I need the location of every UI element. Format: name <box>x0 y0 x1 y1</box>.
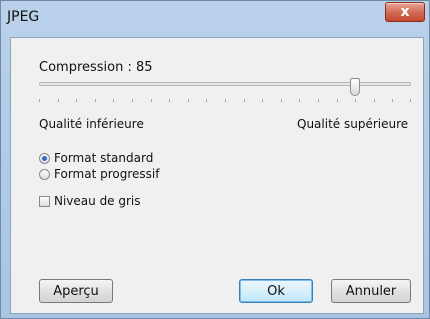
slider-tick <box>169 99 171 102</box>
slider-tick <box>336 99 338 102</box>
high-quality-label: Qualité supérieure <box>297 117 409 131</box>
slider-tick <box>57 99 59 102</box>
slider-tick <box>39 99 40 102</box>
slider-tick <box>355 99 357 102</box>
dialog-body: Compression : 85 Qualité inférieure Qual… <box>10 37 424 314</box>
title-bar[interactable]: JPEG x <box>1 1 429 35</box>
format-standard-option[interactable]: Format standard <box>39 151 153 165</box>
close-icon: x <box>400 4 410 20</box>
slider-tick <box>150 99 152 102</box>
slider-tick <box>243 99 245 102</box>
cancel-button[interactable]: Annuler <box>331 279 411 303</box>
ok-button[interactable]: Ok <box>239 279 313 303</box>
slider-tick <box>392 99 394 102</box>
close-button[interactable]: x <box>385 2 425 22</box>
slider-tick <box>187 99 189 102</box>
slider-tick <box>132 99 133 102</box>
slider-tick <box>94 99 96 102</box>
grayscale-label: Niveau de gris <box>54 194 141 208</box>
format-progressive-option[interactable]: Format progressif <box>39 167 159 181</box>
window-title: JPEG <box>7 9 40 25</box>
compression-slider-thumb[interactable] <box>350 78 361 96</box>
format-standard-label: Format standard <box>54 151 154 165</box>
slider-tick <box>373 99 375 102</box>
slider-tick <box>262 99 264 102</box>
slider-tick <box>318 99 319 102</box>
format-progressive-radio[interactable] <box>39 168 50 180</box>
format-standard-radio[interactable] <box>39 152 50 164</box>
slider-tick <box>76 99 78 102</box>
slider-tick <box>280 99 282 102</box>
jpeg-dialog: JPEG x Compression : 85 Qualité inférieu… <box>0 0 430 319</box>
compression-label: Compression : 85 <box>39 60 153 75</box>
grayscale-option[interactable]: Niveau de gris <box>39 194 141 208</box>
grayscale-checkbox[interactable] <box>39 195 50 207</box>
format-progressive-label: Format progressif <box>54 167 160 181</box>
slider-tick <box>113 99 115 102</box>
slider-tick <box>410 99 411 102</box>
low-quality-label: Qualité inférieure <box>39 117 144 131</box>
slider-tick <box>206 99 208 102</box>
preview-button[interactable]: Aperçu <box>39 279 113 303</box>
slider-tick <box>225 99 226 102</box>
slider-ticks <box>39 99 411 105</box>
slider-tick <box>299 99 301 102</box>
